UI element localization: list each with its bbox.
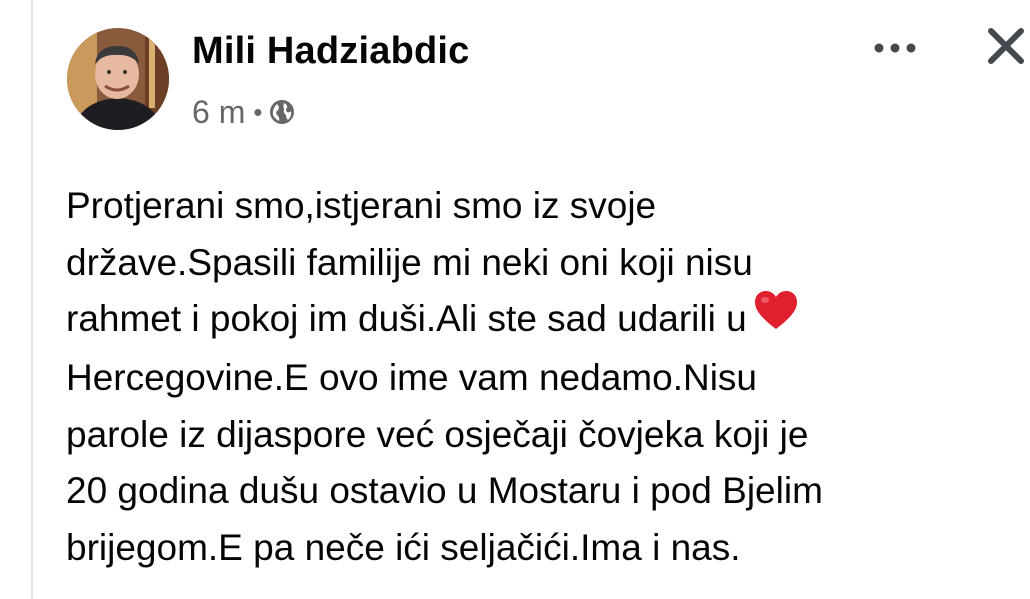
meta-separator: • — [253, 97, 263, 127]
more-options-button[interactable] — [867, 28, 923, 68]
post-meta: 6 m • — [192, 92, 296, 132]
post-text-line: 20 godina dušu ostavio u Mostaru i pod B… — [66, 470, 823, 512]
post-text-line: države.Spasili familije mi neki oni koji… — [66, 241, 753, 283]
globe-icon[interactable] — [268, 98, 296, 126]
post-text-line: brijegom.E pa neče ići seljačići.Ima i n… — [66, 526, 741, 568]
post-text: Protjerani smo,istjerani smo iz svoje dr… — [66, 178, 1016, 576]
heart-emoji — [753, 289, 799, 348]
author-avatar[interactable] — [67, 28, 169, 130]
avatar-image — [67, 28, 169, 130]
more-dots-icon — [874, 43, 916, 53]
post-time[interactable]: 6 m — [192, 94, 245, 131]
author-name[interactable]: Mili Hadziabdic — [192, 30, 469, 73]
post-text-line-with-emoji: rahmet i pokoj im duši.Ali ste sad udari… — [66, 289, 1016, 350]
post-text-line: Protjerani smo,istjerani smo iz svoje — [66, 185, 657, 226]
close-icon — [988, 28, 1024, 64]
post-text-line: rahmet i pokoj im duši.Ali ste sad udari… — [66, 298, 747, 339]
post-text-line: parole iz dijaspore već osječaji čovjeka… — [66, 413, 809, 455]
post-text-line: Hercegovine.E ovo ime vam nedamo.Nisu — [66, 357, 757, 399]
post-card: Mili Hadziabdic 6 m • Protjerani smo,ist… — [33, 0, 1030, 599]
close-button[interactable] — [980, 20, 1030, 72]
